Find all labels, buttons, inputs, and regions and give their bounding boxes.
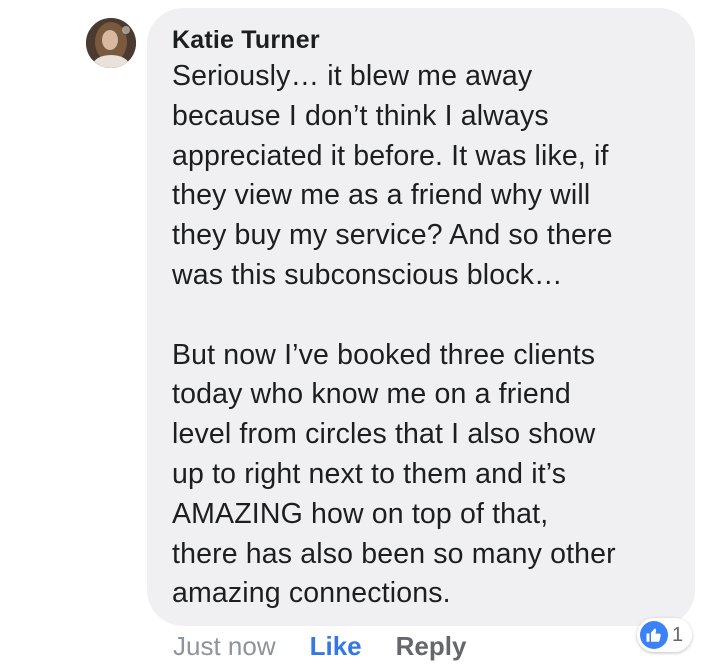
comment-actions: Just now Like Reply (173, 628, 466, 664)
comment-line: they buy my service? And so there (172, 219, 613, 252)
like-button[interactable]: Like (310, 631, 362, 662)
comment-line: Seriously… it blew me away (172, 60, 533, 92)
comment-line: because I don’t think I always (172, 99, 549, 132)
comment-timestamp[interactable]: Just now (173, 631, 276, 662)
avatar-photo-icon (86, 18, 136, 68)
thumbs-up-icon (640, 621, 668, 649)
comment-line: today who know me on a friend (172, 378, 571, 411)
comment-bubble: Katie Turner Seriously… it blew me away … (147, 8, 695, 626)
comment-line: there has also been so many other (172, 537, 616, 570)
comment-line: But now I’ve booked three clients (172, 338, 596, 371)
comment-line: level from circles that I also show (172, 418, 596, 451)
comment-line: they view me as a friend why will (172, 179, 591, 212)
comment-body: Seriously… it blew me away because I don… (172, 57, 675, 614)
comment-line: was this subconscious block… (172, 258, 563, 291)
comment-author[interactable]: Katie Turner (172, 25, 675, 55)
author-avatar[interactable] (86, 18, 136, 68)
comment-paragraph-2: But now I’ve booked three clients today … (172, 336, 675, 615)
comment-line: AMAZING how on top of that, (172, 497, 549, 530)
comment-paragraph-1: Seriously… it blew me away because I don… (172, 57, 675, 296)
reaction-count: 1 (672, 623, 684, 646)
comment-thread: Katie Turner Seriously… it blew me away … (0, 0, 711, 672)
reply-button[interactable]: Reply (396, 631, 467, 662)
reaction-summary[interactable]: 1 (637, 618, 693, 652)
comment-line: amazing connections. (172, 577, 451, 610)
comment-line: appreciated it before. It was like, if (172, 139, 609, 172)
comment-line: up to right next to them and it’s (172, 457, 567, 490)
